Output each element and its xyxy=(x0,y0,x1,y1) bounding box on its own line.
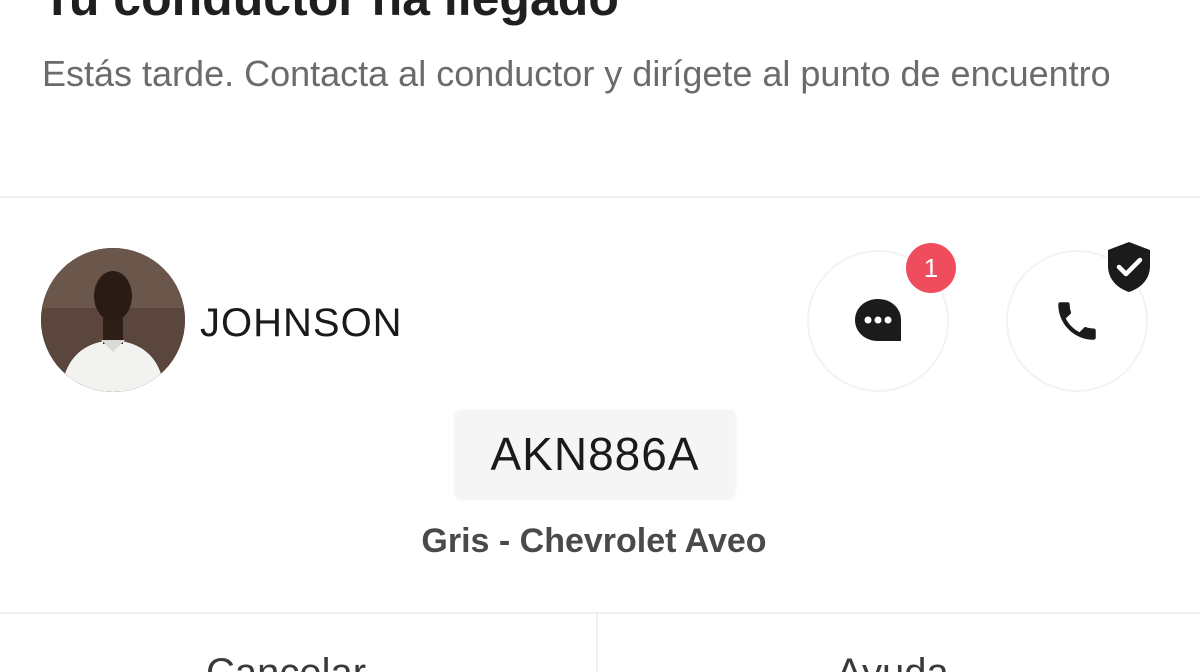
license-plate: AKN886A xyxy=(455,410,735,498)
chat-bubble-icon xyxy=(855,299,901,341)
driver-photo-icon xyxy=(41,248,185,392)
page-title: Tu conductor ha llegado xyxy=(42,0,619,28)
driver-name: JOHNSON xyxy=(200,301,403,345)
shield-check-icon xyxy=(1108,242,1150,292)
cancel-button[interactable]: Cancelar xyxy=(206,650,366,672)
help-button[interactable]: Ayuda xyxy=(836,650,949,672)
unread-badge: 1 xyxy=(906,243,956,293)
footer-divider xyxy=(0,612,1200,614)
vehicle-description: Gris - Chevrolet Aveo xyxy=(421,522,767,560)
section-divider xyxy=(0,196,1200,198)
phone-icon xyxy=(1058,302,1096,340)
page-subtitle: Estás tarde. Contacta al conductor y dir… xyxy=(42,53,1111,94)
footer-vertical-divider xyxy=(596,614,598,672)
driver-avatar xyxy=(41,248,185,392)
